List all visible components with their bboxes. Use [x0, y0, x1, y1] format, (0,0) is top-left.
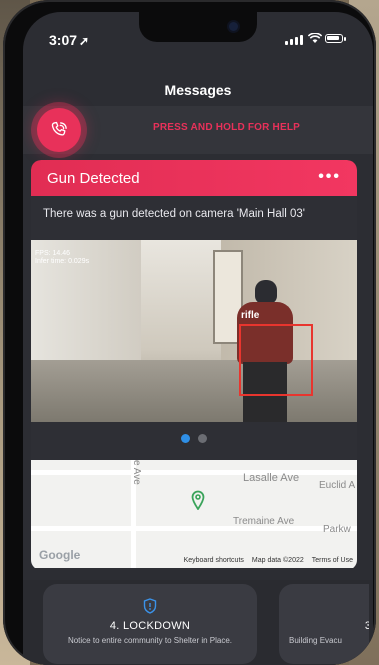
action-title: 4. LOCKDOWN — [109, 620, 191, 632]
lockdown-action-card[interactable]: 4. LOCKDOWN Notice to entire community t… — [43, 584, 257, 664]
street-label: Parkw — [323, 524, 351, 535]
shield-icon — [143, 598, 157, 614]
map-pin-icon[interactable] — [191, 490, 205, 510]
status-time: 3:07 ➚ — [49, 32, 89, 48]
google-logo: Google — [39, 548, 81, 562]
time-text: 3:07 — [49, 32, 78, 48]
alert-title: Gun Detected — [47, 170, 140, 187]
street-label: Euclid A — [319, 480, 356, 491]
detection-box — [239, 324, 313, 396]
wifi-icon — [307, 32, 323, 47]
location-map[interactable]: e Ave Lasalle Ave Euclid A Tremaine Ave … — [31, 460, 357, 568]
street-label: Lasalle Ave — [243, 472, 300, 484]
detection-label: rifle — [241, 310, 260, 321]
keyboard-shortcuts-link[interactable]: Keyboard shortcuts — [184, 557, 244, 564]
map-data-text: Map data ©2022 — [251, 557, 304, 564]
action-subtitle: Building Evacu — [289, 636, 342, 645]
panic-call-button[interactable] — [37, 108, 81, 152]
location-arrow-icon: ➚ — [79, 34, 90, 48]
notch — [139, 12, 257, 42]
fps-text: FPS: 14.46 — [35, 250, 71, 257]
phone-frame: 3:07➚ Messages PRESS AND HOLD FOR HELP — [3, 0, 376, 665]
carousel-dot-1[interactable] — [181, 434, 190, 443]
more-options-icon[interactable]: ••• — [318, 168, 341, 186]
alert-card: Gun Detected ••• There was a gun detecte… — [31, 160, 357, 570]
status-bar: 3:07 ➚ — [23, 12, 373, 68]
video-stats: FPS: 14.46 Infer time: 0.029s — [35, 250, 89, 266]
action-title: 3 — [364, 620, 369, 632]
camera-snapshot[interactable]: FPS: 14.46 Infer time: 0.029s rifle — [31, 240, 357, 422]
phone-ring-icon — [51, 121, 67, 136]
action-subtitle: Notice to entire community to Shelter in… — [67, 636, 233, 645]
terms-of-use-link[interactable]: Terms of Use — [312, 557, 353, 564]
evacuation-action-card[interactable]: 3 Building Evacu — [279, 584, 369, 664]
screen: 3:07➚ Messages PRESS AND HOLD FOR HELP — [23, 12, 373, 665]
map-footer: Keyboard shortcuts Map data ©2022 Terms … — [184, 557, 353, 564]
alert-message: There was a gun detected on camera 'Main… — [43, 208, 306, 220]
signal-icon — [285, 35, 303, 45]
street-label: e Ave — [131, 460, 142, 485]
page-title: Messages — [164, 82, 232, 98]
street-label: Tremaine Ave — [233, 516, 295, 527]
alert-header: Gun Detected ••• — [31, 160, 357, 196]
camera-icon — [229, 22, 238, 31]
carousel-indicator — [31, 434, 357, 443]
help-instruction[interactable]: PRESS AND HOLD FOR HELP — [153, 122, 300, 133]
battery-icon — [325, 34, 346, 43]
infer-time-text: Infer time: 0.029s — [35, 258, 90, 265]
carousel-dot-2[interactable] — [198, 434, 207, 443]
